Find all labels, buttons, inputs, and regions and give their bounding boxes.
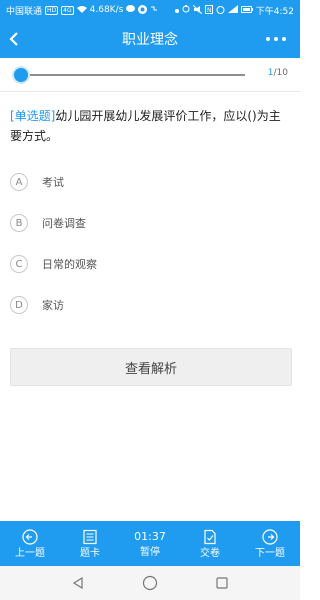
- prev-question-label: 上一题: [15, 547, 45, 559]
- page-title: 职业理念: [122, 32, 178, 48]
- option-text: 考试: [42, 176, 64, 189]
- nav-recents-button[interactable]: [212, 573, 232, 593]
- network-badge: 4G: [61, 5, 74, 15]
- option-c[interactable]: C 日常的观察: [10, 254, 290, 274]
- status-left: 中国联通 HD 4G 4.68K/s: [6, 4, 158, 17]
- circle-home-icon: [142, 575, 158, 591]
- option-d[interactable]: D 家访: [10, 295, 290, 315]
- wifi-icon: [76, 5, 87, 15]
- pause-label: 暂停: [140, 546, 160, 558]
- title-bar: 职业理念: [0, 20, 300, 58]
- status-right: N 下午4:52: [174, 4, 294, 17]
- total-questions: 10: [276, 68, 288, 78]
- submit-exam-button[interactable]: 交卷: [180, 521, 240, 566]
- system-navigation-bar: [0, 566, 300, 600]
- location-icon: [182, 4, 190, 16]
- square-recents-icon: [216, 577, 228, 589]
- back-button[interactable]: [4, 28, 26, 50]
- progress-track[interactable]: [21, 74, 245, 76]
- option-letter: B: [10, 214, 28, 232]
- nav-back-button[interactable]: [68, 573, 88, 593]
- nfc-icon: N: [204, 4, 213, 16]
- option-text: 问卷调查: [42, 217, 86, 230]
- option-b[interactable]: B 问卷调查: [10, 213, 290, 233]
- battery-icon: [240, 5, 253, 15]
- question-counter: 1/10: [268, 68, 288, 78]
- option-letter: A: [10, 173, 28, 191]
- question-stem: [单选题]幼儿园开展幼儿发展评价工作，应以()为主要方式。: [10, 106, 292, 146]
- answer-card-button[interactable]: 题卡: [60, 521, 120, 566]
- more-dot-icon: [274, 37, 278, 41]
- option-text: 日常的观察: [42, 258, 97, 271]
- status-bar: 中国联通 HD 4G 4.68K/s N 下午4:52: [0, 0, 300, 20]
- nav-home-button[interactable]: [140, 573, 160, 593]
- option-letter: C: [10, 255, 28, 273]
- view-analysis-button[interactable]: 查看解析: [10, 348, 292, 386]
- arrow-right-circle-icon: [262, 527, 278, 547]
- submit-exam-label: 交卷: [200, 547, 220, 559]
- more-button[interactable]: [266, 29, 286, 49]
- option-a[interactable]: A 考试: [10, 172, 290, 192]
- question-type-label: [单选题]: [10, 109, 56, 123]
- lightning-icon: [150, 5, 158, 16]
- prev-question-button[interactable]: 上一题: [0, 521, 60, 566]
- signal-icon: [227, 5, 238, 15]
- more-dot-icon: [266, 37, 270, 41]
- alarm-icon: [216, 5, 225, 16]
- svg-text:N: N: [207, 7, 212, 14]
- message-icon: [126, 5, 136, 15]
- chevron-left-icon: [9, 32, 18, 46]
- app-icon: [138, 4, 148, 16]
- mute-icon: [192, 4, 203, 16]
- arrow-left-circle-icon: [22, 527, 38, 547]
- option-letter: D: [10, 296, 28, 314]
- progress-slider-knob[interactable]: [14, 68, 28, 82]
- pause-button[interactable]: 01:37 暂停: [120, 521, 180, 566]
- submit-paper-icon: [202, 527, 218, 547]
- carrier-label: 中国联通: [6, 6, 43, 17]
- answer-card-label: 题卡: [80, 547, 100, 559]
- option-text: 家访: [42, 299, 64, 312]
- question-progress: 1/10: [0, 58, 300, 92]
- network-speed: 4.68K/s: [89, 5, 124, 15]
- triangle-back-icon: [72, 576, 83, 590]
- dot-icon: [174, 6, 179, 15]
- answer-card-icon: [82, 527, 98, 547]
- next-question-button[interactable]: 下一题: [240, 521, 300, 566]
- bottom-toolbar: 上一题 题卡 01:37 暂停 交卷 下一题: [0, 521, 300, 566]
- elapsed-timer: 01:37: [134, 529, 166, 543]
- more-dot-icon: [282, 37, 286, 41]
- next-question-label: 下一题: [255, 547, 285, 559]
- answer-options: A 考试 B 问卷调查 C 日常的观察 D 家访: [10, 172, 290, 336]
- clock: 下午4:52: [255, 6, 294, 17]
- hd-badge: HD: [45, 5, 59, 15]
